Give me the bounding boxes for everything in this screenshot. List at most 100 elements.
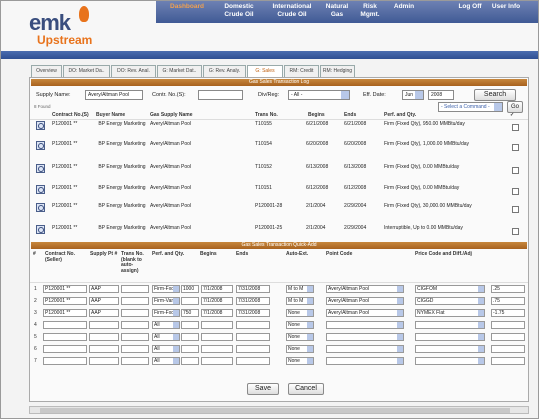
trans-no-input[interactable] xyxy=(121,297,149,305)
row-checkbox[interactable] xyxy=(512,144,519,151)
diff-adj-input[interactable]: .25 xyxy=(491,285,525,293)
row-checkbox[interactable] xyxy=(512,228,519,235)
diff-adj-input[interactable]: .75 xyxy=(491,297,525,305)
supply-name-input[interactable]: Avery/Altman Pool xyxy=(85,90,143,100)
begins-input[interactable] xyxy=(201,345,233,353)
nav-item[interactable]: Natural Gas xyxy=(323,3,351,19)
ends-input[interactable] xyxy=(236,357,270,365)
tab[interactable]: Overview xyxy=(31,65,62,77)
row-checkbox[interactable] xyxy=(512,206,519,213)
nav-item[interactable]: Risk Mgmt. xyxy=(354,3,386,19)
qty-input[interactable]: 1000 xyxy=(181,285,199,293)
ends-input[interactable]: 7/31/2008 xyxy=(236,297,270,305)
search-button[interactable]: Search xyxy=(474,89,516,101)
ends-input[interactable] xyxy=(236,345,270,353)
tab[interactable]: DO: Market Da.. xyxy=(63,65,110,77)
price-code-select[interactable] xyxy=(415,357,485,365)
auto-ext-select[interactable]: None xyxy=(286,321,314,329)
ends-input[interactable]: 7/31/2008 xyxy=(236,309,270,317)
div-reg-select[interactable]: - All - xyxy=(288,90,350,100)
begins-input[interactable] xyxy=(201,321,233,329)
scrollbar-thumb[interactable] xyxy=(40,408,510,413)
auto-ext-select[interactable]: None xyxy=(286,357,314,365)
nav-item[interactable]: Admin xyxy=(389,3,419,11)
table-row[interactable]: P120001 ** BP Energy Marketing Avery/Altma… xyxy=(30,120,528,140)
diff-adj-input[interactable]: -1.75 xyxy=(491,309,525,317)
perf-select[interactable]: Firm-Fxd xyxy=(152,285,180,293)
supply-point-input[interactable]: AAP xyxy=(89,285,119,293)
contract-input[interactable]: P120001 ** xyxy=(43,297,87,305)
contract-input[interactable] xyxy=(43,333,87,341)
table-row[interactable]: P120001 ** BP Energy Marketing Avery/Altma… xyxy=(30,184,528,204)
auto-ext-select[interactable]: None xyxy=(286,309,314,317)
magnifier-icon[interactable] xyxy=(36,164,45,173)
magnifier-icon[interactable] xyxy=(36,203,45,212)
magnifier-icon[interactable] xyxy=(36,121,45,130)
perf-select[interactable]: Firm-Fxd xyxy=(152,309,180,317)
begins-input[interactable]: 7/1/2008 xyxy=(201,285,233,293)
price-code-select[interactable]: CIGGD xyxy=(415,297,485,305)
tab[interactable]: G: Market Dat.. xyxy=(157,65,202,77)
tab[interactable]: DO: Rev. Anal. xyxy=(111,65,156,77)
contract-input[interactable] xyxy=(43,357,87,365)
contract-input[interactable] xyxy=(43,345,87,353)
supply-point-input[interactable] xyxy=(89,333,119,341)
point-code-select[interactable] xyxy=(326,345,404,353)
begins-input[interactable]: 7/1/2008 xyxy=(201,309,233,317)
qty-input[interactable]: 750 xyxy=(181,309,199,317)
horizontal-scrollbar[interactable] xyxy=(29,406,529,414)
command-select[interactable]: - Select a Command - xyxy=(438,102,503,112)
diff-adj-input[interactable] xyxy=(491,357,525,365)
trans-no-input[interactable] xyxy=(121,309,149,317)
point-code-select[interactable]: Avery/Altman Pool xyxy=(326,297,404,305)
ends-input[interactable] xyxy=(236,333,270,341)
table-row[interactable]: P120001 ** BP Energy Marketing Avery/Altma… xyxy=(30,202,528,222)
save-button[interactable]: Save xyxy=(247,383,279,395)
diff-adj-input[interactable] xyxy=(491,345,525,353)
tab[interactable]: RM: Credit xyxy=(284,65,319,77)
supply-point-input[interactable]: AAP xyxy=(89,309,119,317)
point-code-select[interactable]: Avery/Altman Pool xyxy=(326,285,404,293)
supply-point-input[interactable]: AAP xyxy=(89,297,119,305)
supply-point-input[interactable] xyxy=(89,345,119,353)
point-code-select[interactable]: Avery/Altman Pool xyxy=(326,309,404,317)
point-code-select[interactable] xyxy=(326,321,404,329)
perf-select[interactable]: All xyxy=(152,321,180,329)
begins-input[interactable] xyxy=(201,333,233,341)
point-code-select[interactable] xyxy=(326,357,404,365)
table-row[interactable]: P120001 ** BP Energy Marketing Avery/Altma… xyxy=(30,163,528,183)
auto-ext-select[interactable]: None xyxy=(286,345,314,353)
contract-input[interactable]: P120001 ** xyxy=(43,309,87,317)
trans-no-input[interactable] xyxy=(121,345,149,353)
ends-input[interactable]: 7/31/2008 xyxy=(236,285,270,293)
perf-select[interactable]: All xyxy=(152,345,180,353)
perf-select[interactable]: All xyxy=(152,333,180,341)
nav-item[interactable]: International Crude Oil xyxy=(264,3,320,19)
contract-input[interactable]: P120001 ** xyxy=(43,285,87,293)
qty-input[interactable] xyxy=(181,345,199,353)
price-code-select[interactable]: NYMEX Flat xyxy=(415,309,485,317)
diff-adj-input[interactable] xyxy=(491,333,525,341)
auto-ext-select[interactable]: None xyxy=(286,333,314,341)
eff-year-input[interactable]: 2008 xyxy=(428,90,454,100)
begins-input[interactable] xyxy=(201,357,233,365)
trans-no-input[interactable] xyxy=(121,357,149,365)
row-checkbox[interactable] xyxy=(512,188,519,195)
qty-input[interactable] xyxy=(181,357,199,365)
row-checkbox[interactable] xyxy=(512,124,519,131)
nav-item[interactable]: Log Off xyxy=(456,3,484,11)
magnifier-icon[interactable] xyxy=(36,225,45,234)
price-code-select[interactable] xyxy=(415,333,485,341)
tab[interactable]: G: Rev. Analy. xyxy=(203,65,246,77)
contract-no-input[interactable] xyxy=(198,90,243,100)
auto-ext-select[interactable]: M to M xyxy=(286,285,314,293)
nav-item[interactable]: Dashboard xyxy=(161,3,213,11)
price-code-select[interactable] xyxy=(415,345,485,353)
magnifier-icon[interactable] xyxy=(36,141,45,150)
table-row[interactable]: P120001 ** BP Energy Marketing Avery/Altma… xyxy=(30,140,528,160)
qty-input[interactable] xyxy=(181,321,199,329)
tab[interactable]: RM: Hedging xyxy=(320,65,355,77)
auto-ext-select[interactable]: M to M xyxy=(286,297,314,305)
qty-input[interactable] xyxy=(181,333,199,341)
qty-input[interactable] xyxy=(181,297,199,305)
